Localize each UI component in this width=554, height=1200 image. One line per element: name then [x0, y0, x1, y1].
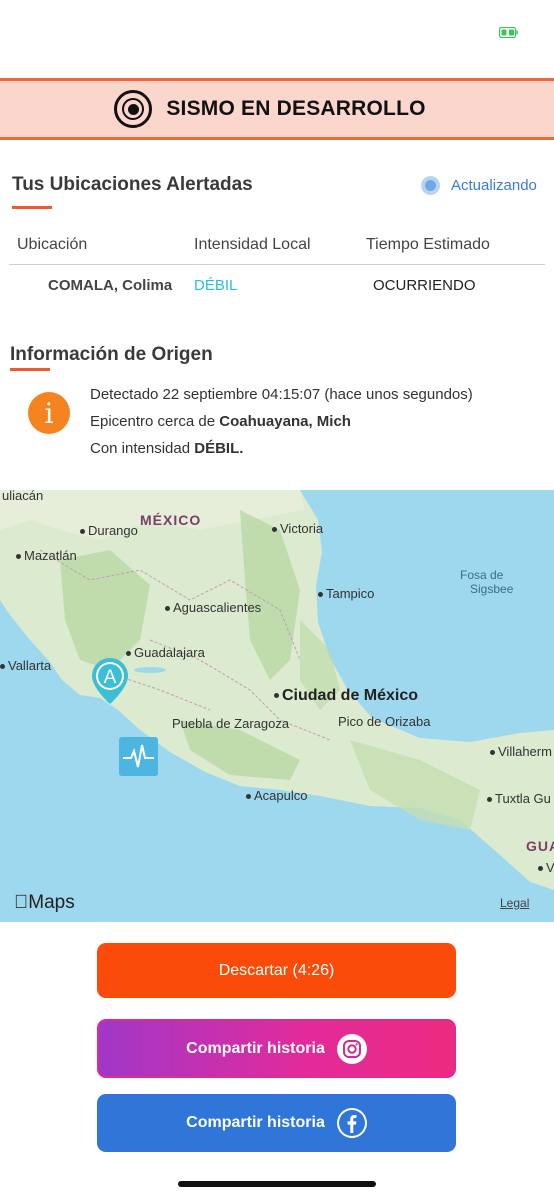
locations-title-underline — [12, 206, 52, 209]
map-label-vallarta: Vallarta — [0, 658, 51, 673]
map-terrain — [0, 490, 554, 890]
updating-status: Actualizando — [421, 176, 537, 195]
alert-banner: SISMO EN DESARROLLO — [0, 78, 554, 140]
map-label-acapulco: Acapulco — [246, 788, 307, 803]
intensity-text: Con intensidad DÉBIL. — [90, 440, 244, 457]
epicenter-seismograph-icon[interactable] — [119, 737, 158, 776]
updating-dot-icon — [421, 176, 440, 195]
row-location: COMALA, Colima — [48, 277, 173, 294]
map-label-guadalajara: Guadalajara — [126, 645, 205, 660]
row-intensity: DÉBIL — [194, 277, 238, 294]
map-label-tampico: Tampico — [318, 586, 374, 601]
share-instagram-label: Compartir historia — [186, 1039, 325, 1057]
epicenter-place: Coahuayana, Mich — [219, 413, 351, 430]
home-indicator[interactable] — [178, 1181, 376, 1187]
alert-title: SISMO EN DESARROLLO — [166, 97, 426, 120]
map-view[interactable]: uliacán MÉXICO Durango Mazatlán Victoria… — [0, 490, 554, 922]
map-label-tuxtla: Tuxtla Gu — [487, 791, 551, 806]
map-label-mexico: MÉXICO — [140, 512, 202, 528]
quake-target-icon — [114, 90, 153, 128]
origin-title-underline — [10, 368, 50, 371]
epicenter-text: Epicentro cerca de Coahuayana, Mich — [90, 413, 351, 430]
map-label-puebla: Puebla de Zaragoza — [172, 716, 290, 731]
discard-button[interactable]: Descartar (4:26) — [97, 943, 456, 998]
info-icon: i — [28, 392, 70, 434]
instagram-icon — [336, 1033, 367, 1064]
map-label-victoria: Victoria — [272, 521, 323, 536]
share-facebook-button[interactable]: Compartir historia — [97, 1094, 456, 1152]
map-label-gua: GUA — [526, 838, 554, 854]
legal-link[interactable]: Legal — [500, 896, 529, 910]
map-label-vo: Vo — [538, 860, 554, 875]
map-label-cdmx: Ciudad de México — [274, 687, 418, 705]
facebook-icon — [336, 1108, 367, 1138]
intensity-value: DÉBIL. — [194, 440, 244, 457]
origin-title: Información de Origen — [10, 344, 213, 365]
share-facebook-label: Compartir historia — [186, 1114, 325, 1131]
battery-icon — [499, 27, 518, 38]
maps-brand: Maps — [14, 892, 75, 913]
discard-label: Descartar (4:26) — [218, 961, 335, 979]
map-label-aguascalientes: Aguascalientes — [165, 600, 261, 615]
pin-letter: A — [104, 667, 117, 688]
map-label-orizaba: Pico de Orizaba — [338, 714, 431, 729]
map-label-villahermosa: Villaherm — [490, 744, 552, 759]
share-instagram-button[interactable]: Compartir historia — [97, 1019, 456, 1078]
location-pin-icon[interactable]: A — [90, 656, 130, 706]
table-divider — [9, 264, 545, 265]
detected-text: Detectado 22 septiembre 04:15:07 (hace u… — [90, 386, 473, 403]
map-label-durango: Durango — [80, 523, 138, 538]
column-header-time: Tiempo Estimado — [366, 236, 490, 253]
status-bar — [0, 0, 554, 70]
updating-label: Actualizando — [451, 177, 537, 194]
column-header-location: Ubicación — [17, 236, 88, 253]
locations-title: Tus Ubicaciones Alertadas — [12, 174, 253, 195]
apple-logo-icon:  — [14, 892, 28, 913]
row-time: OCURRIENDO — [373, 277, 476, 294]
map-label-mazatlan: Mazatlán — [16, 548, 77, 563]
map-label-culiacan: uliacán — [2, 490, 44, 503]
column-header-intensity: Intensidad Local — [194, 236, 311, 253]
map-label-fosa: Fosa de — [460, 568, 504, 582]
map-label-sigsbee: Sigsbee — [470, 582, 514, 596]
